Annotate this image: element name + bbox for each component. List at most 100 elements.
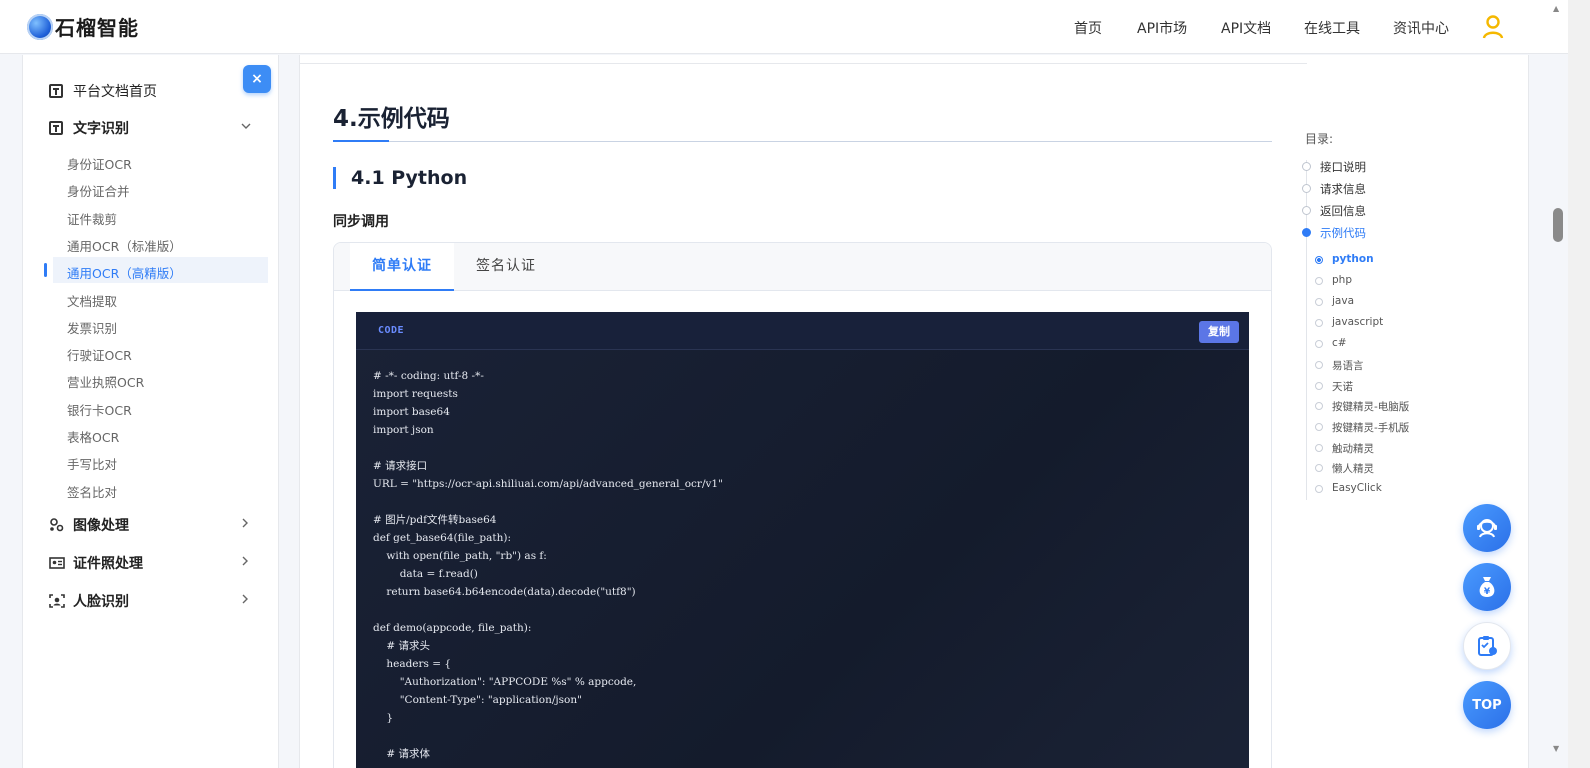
brand-name: 石榴智能 <box>55 16 139 40</box>
logo-mark-icon <box>27 13 53 40</box>
code-label: CODE <box>378 325 405 336</box>
clipboard-icon <box>1478 636 1497 656</box>
customer-support-button[interactable] <box>1463 504 1511 552</box>
toc-dot <box>1302 184 1311 193</box>
sidebar-group-idphoto[interactable]: 证件照处理 <box>49 553 143 573</box>
code-header: CODE 复制 <box>356 312 1249 350</box>
chevron-right-icon[interactable] <box>241 594 249 604</box>
clipboard-button[interactable] <box>1463 622 1511 670</box>
pricing-button[interactable]: ¥ <box>1463 563 1511 611</box>
logo[interactable]: 石榴智能 <box>27 12 139 41</box>
headset-icon <box>1477 519 1497 538</box>
subsection-title: 4.1 Python <box>333 167 467 189</box>
copy-button[interactable]: 复制 <box>1199 321 1239 343</box>
svg-text:¥: ¥ <box>1484 587 1491 597</box>
sidebar-group-face[interactable]: 人脸识别 <box>49 591 129 611</box>
toc-sub-ajjl-pc[interactable]: 按键精灵-电脑版 <box>1332 399 1409 414</box>
active-item-indicator <box>44 263 47 277</box>
sidebar-item-business-license[interactable]: 营业执照OCR <box>67 372 144 391</box>
nav-home[interactable]: 首页 <box>1074 18 1102 38</box>
sidebar-group-image[interactable]: 图像处理 <box>49 515 129 535</box>
sidebar-item-invoice[interactable]: 发票识别 <box>67 318 117 337</box>
sidebar-group-ocr-label: 文字识别 <box>73 121 129 137</box>
toc-subdot <box>1315 298 1323 306</box>
back-to-top-button[interactable]: TOP <box>1463 681 1511 729</box>
toc-sub-php[interactable]: php <box>1332 274 1352 286</box>
scroll-thumb[interactable] <box>1553 208 1563 242</box>
toc-dot <box>1302 162 1311 171</box>
toc-dot-active <box>1302 228 1311 237</box>
toc-sub-python[interactable]: python <box>1332 253 1374 265</box>
toc-subdot <box>1315 319 1323 327</box>
toc-item-examples[interactable]: 示例代码 <box>1320 225 1366 241</box>
nav-api-market[interactable]: API市场 <box>1137 18 1187 38</box>
sidebar-item-general-ocr-adv[interactable]: 通用OCR（高精版） <box>67 263 182 282</box>
scroll-down-icon[interactable]: ▼ <box>1553 744 1559 753</box>
title-underline <box>333 141 1272 142</box>
code-content[interactable]: # -*- coding: utf-8 -*- import requests … <box>373 367 723 763</box>
money-bag-icon: ¥ <box>1479 577 1495 597</box>
sidebar-item-doc-extract[interactable]: 文档提取 <box>67 291 117 310</box>
toc-dot <box>1302 206 1311 215</box>
id-photo-icon <box>49 557 65 569</box>
chevron-down-icon[interactable] <box>241 122 251 130</box>
toc-item-interface[interactable]: 接口说明 <box>1320 159 1366 175</box>
sidebar-item-id-merge[interactable]: 身份证合并 <box>67 181 130 200</box>
sidebar-item-table-ocr[interactable]: 表格OCR <box>67 427 119 446</box>
toc-subdot <box>1315 464 1323 472</box>
code-block: CODE 复制 # -*- coding: utf-8 -*- import r… <box>356 312 1249 768</box>
toc-sub-javascript[interactable]: javascript <box>1332 316 1383 328</box>
toc-subdot <box>1315 382 1323 390</box>
nav-news[interactable]: 资讯中心 <box>1393 18 1449 38</box>
toc-title: 目录: <box>1305 132 1334 146</box>
toc-sub-lanren[interactable]: 懒人精灵 <box>1332 461 1374 476</box>
toc-item-request[interactable]: 请求信息 <box>1320 181 1366 197</box>
top-header: 石榴智能 首页 API市场 API文档 在线工具 资讯中心 <box>0 0 1568 54</box>
toc-sub-tiannuo[interactable]: 天诺 <box>1332 379 1353 394</box>
toc-subdot <box>1315 444 1323 452</box>
sidebar-item-id-ocr[interactable]: 身份证OCR <box>67 154 132 173</box>
toc-sub-easyclick[interactable]: EasyClick <box>1332 482 1382 494</box>
toc-sub-yiyuyan[interactable]: 易语言 <box>1332 358 1364 373</box>
sidebar-group-ocr[interactable]: 文字识别 <box>49 118 129 138</box>
sidebar: × 平台文档首页 文字识别 身份证OCR 身份证合并 证件裁剪 通用OCR（标准… <box>22 55 279 768</box>
toc-subdot-active <box>1315 256 1323 264</box>
toc-subdot <box>1315 277 1323 285</box>
user-icon[interactable] <box>1482 15 1504 39</box>
close-sidebar-button[interactable]: × <box>243 65 271 93</box>
title-underline-accent <box>333 140 389 142</box>
sidebar-item-vehicle-license[interactable]: 行驶证OCR <box>67 345 132 364</box>
chevron-right-icon[interactable] <box>241 556 249 566</box>
sidebar-item-handwriting[interactable]: 手写比对 <box>67 454 117 473</box>
image-process-icon <box>50 518 64 532</box>
toc-subdot <box>1315 485 1323 493</box>
sidebar-item-general-ocr-std[interactable]: 通用OCR（标准版） <box>67 236 182 255</box>
page-scrollbar[interactable] <box>1568 0 1590 768</box>
scroll-up-icon[interactable]: ▲ <box>1553 4 1559 13</box>
toc-sub-chudong[interactable]: 触动精灵 <box>1332 441 1374 456</box>
nav-api-docs[interactable]: API文档 <box>1221 18 1271 38</box>
face-scan-icon <box>49 594 65 608</box>
toc-subdot <box>1315 423 1323 431</box>
tab-signature-auth[interactable]: 签名认证 <box>454 243 558 291</box>
top-label: TOP <box>1472 697 1502 713</box>
sidebar-home[interactable]: 平台文档首页 <box>49 81 157 101</box>
divider <box>300 63 1307 64</box>
text-icon <box>49 121 63 135</box>
toc-item-response[interactable]: 返回信息 <box>1320 203 1366 219</box>
toc-subdot <box>1315 402 1323 410</box>
nav-online-tools[interactable]: 在线工具 <box>1304 18 1360 38</box>
toc-sub-java[interactable]: java <box>1332 295 1354 307</box>
sidebar-group-image-label: 图像处理 <box>73 518 129 534</box>
sub-heading: 同步调用 <box>333 214 389 230</box>
code-tab-panel: 简单认证 签名认证 CODE 复制 # -*- coding: utf-8 -*… <box>333 242 1272 768</box>
sidebar-item-signature[interactable]: 签名比对 <box>67 482 117 501</box>
sidebar-item-bank-card[interactable]: 银行卡OCR <box>67 400 132 419</box>
sidebar-item-id-crop[interactable]: 证件裁剪 <box>67 209 117 228</box>
tab-simple-auth[interactable]: 简单认证 <box>350 243 454 291</box>
chevron-right-icon[interactable] <box>241 518 249 528</box>
toc-subdot <box>1315 361 1323 369</box>
toc-sub-csharp[interactable]: c# <box>1332 337 1347 349</box>
sidebar-group-face-label: 人脸识别 <box>73 594 129 610</box>
toc-sub-ajjl-mobile[interactable]: 按键精灵-手机版 <box>1332 420 1409 435</box>
